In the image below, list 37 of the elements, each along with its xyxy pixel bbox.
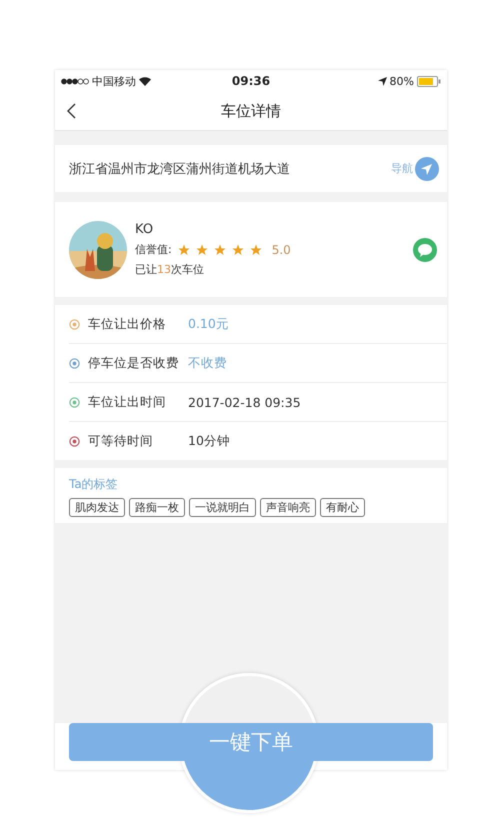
user-name: KO bbox=[135, 222, 154, 237]
detail-value: 10分钟 bbox=[188, 432, 230, 450]
rating-score: 5.0 bbox=[272, 242, 291, 256]
clock-time: 09:36 bbox=[232, 74, 270, 88]
battery-icon bbox=[416, 76, 441, 86]
star-icon bbox=[232, 244, 244, 256]
detail-value: 0.10元 bbox=[188, 316, 229, 332]
navigation-icon[interactable] bbox=[415, 156, 439, 180]
detail-label: 停车位是否收费 bbox=[88, 354, 180, 372]
tag-chip: 一说就明白 bbox=[189, 498, 256, 517]
address-text: 浙江省温州市龙湾区蒲州街道机场大道 bbox=[69, 160, 290, 178]
detail-label: 车位让出价格 bbox=[88, 316, 167, 332]
rating-label: 信誉值: bbox=[135, 242, 172, 257]
tag-chip: 有耐心 bbox=[320, 498, 365, 517]
battery-percent: 80% bbox=[390, 74, 414, 88]
navigate-link[interactable]: 导航 bbox=[391, 161, 413, 176]
tag-chip: 路痴一枚 bbox=[129, 498, 185, 517]
star-icon bbox=[196, 244, 208, 256]
tag-chip: 肌肉发达 bbox=[69, 498, 125, 517]
page-title: 车位详情 bbox=[221, 102, 281, 120]
carrier-name: 中国移动 bbox=[92, 74, 136, 88]
yield-count-text: 已让13次车位 bbox=[135, 262, 205, 277]
tags-title: Ta的标签 bbox=[69, 476, 119, 493]
detail-value: 2017-02-18 09:35 bbox=[188, 394, 301, 410]
signal-icon bbox=[61, 78, 89, 84]
tag-chip: 声音响亮 bbox=[260, 498, 316, 517]
location-arrow-icon bbox=[378, 76, 387, 86]
detail-label: 可等待时间 bbox=[88, 432, 154, 450]
wifi-icon bbox=[139, 76, 151, 86]
back-icon[interactable] bbox=[66, 103, 76, 119]
chat-icon[interactable] bbox=[413, 238, 437, 262]
detail-label: 车位让出时间 bbox=[88, 394, 167, 410]
star-icon bbox=[178, 244, 190, 256]
order-button[interactable]: 一键下单 bbox=[69, 723, 433, 761]
detail-value: 不收费 bbox=[188, 354, 227, 372]
star-icon bbox=[250, 244, 262, 256]
star-icon bbox=[214, 244, 226, 256]
